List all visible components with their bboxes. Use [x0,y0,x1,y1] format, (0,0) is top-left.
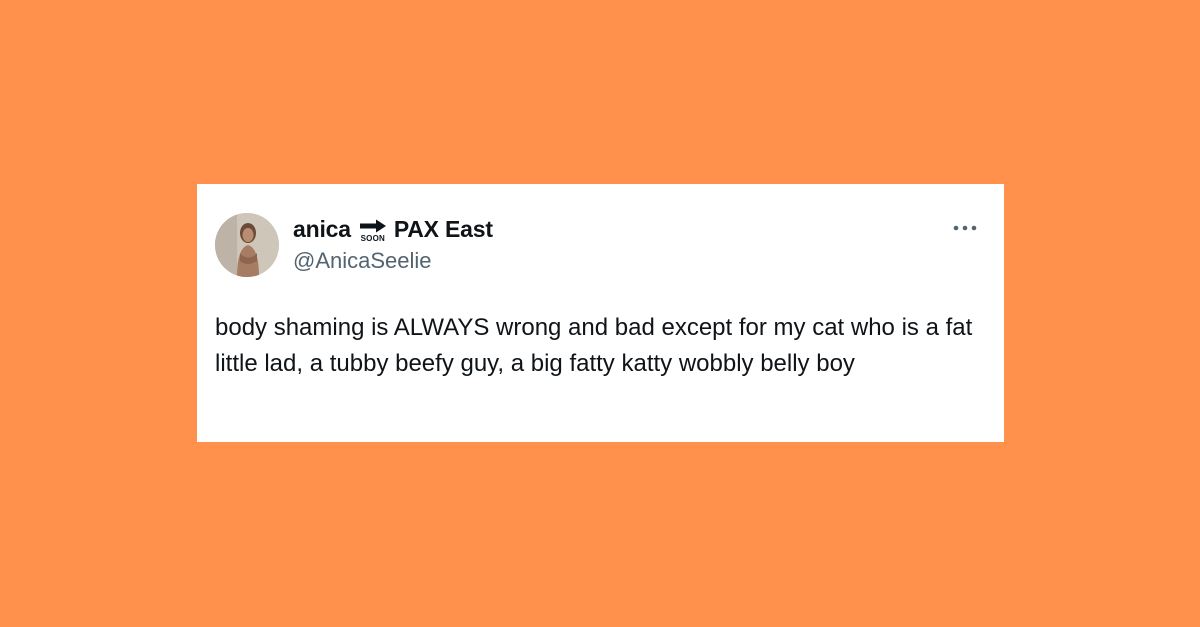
tweet-text: body shaming is ALWAYS wrong and bad exc… [215,314,973,377]
more-options-button[interactable] [950,218,980,238]
tweet-header: anica SOON PAX East [293,214,493,244]
soon-arrow-icon: SOON [358,219,388,243]
display-name-suffix[interactable]: PAX East [394,216,493,243]
tweet-card[interactable]: anica SOON PAX East @AnicaSeelie body sh… [197,184,1004,442]
avatar[interactable] [215,213,279,277]
avatar-photo [215,213,279,277]
display-name[interactable]: anica [293,216,351,243]
soon-label: SOON [360,234,385,243]
user-handle[interactable]: @AnicaSeelie [293,248,432,274]
more-options-icon [953,225,977,231]
